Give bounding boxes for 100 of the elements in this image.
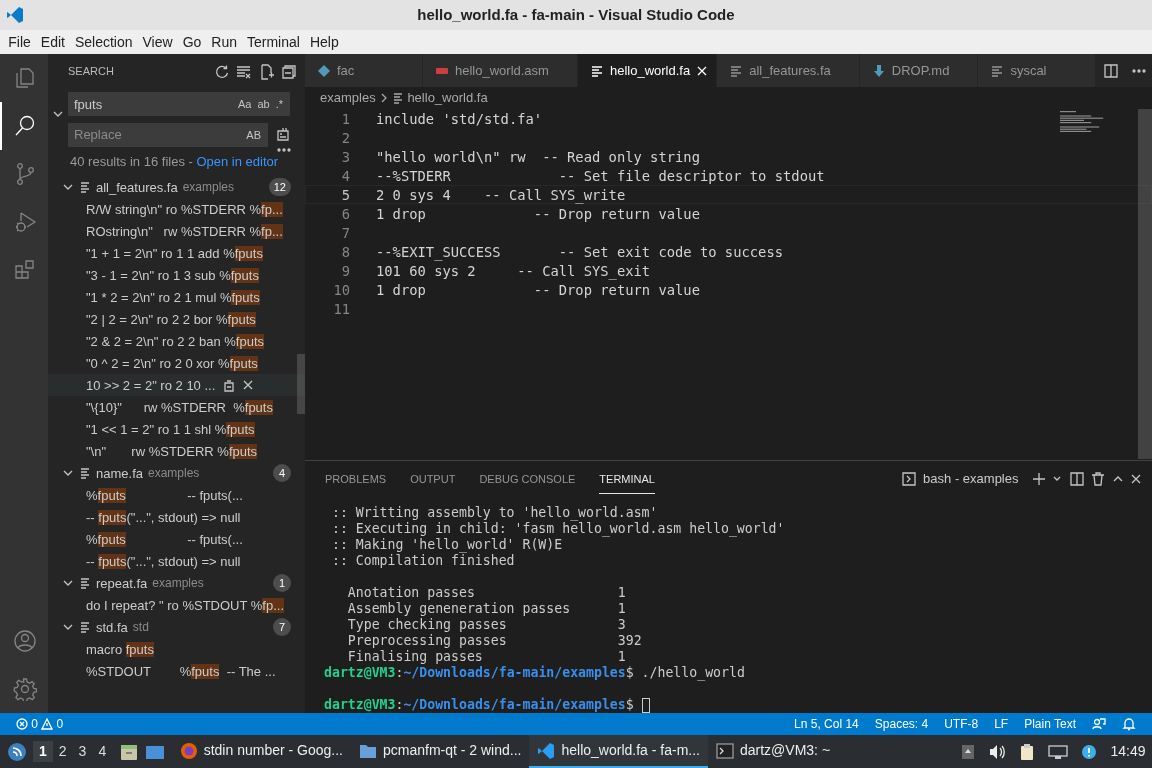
code-line: 2 0 sys 4 -- Call SYS_write xyxy=(375,186,626,203)
search-result[interactable]: "1 * 2 = 2\n" ro 2 1 mul %fputs xyxy=(48,286,305,309)
menu-item[interactable]: Go xyxy=(177,31,207,53)
split-terminal-icon[interactable] xyxy=(1068,470,1085,487)
settings-icon[interactable] xyxy=(13,677,37,701)
account-icon[interactable] xyxy=(13,629,37,653)
window-title: hello_world.fa - fa-main - Visual Studio Code xyxy=(417,4,735,25)
status-item[interactable]: UTF-8 xyxy=(936,715,987,733)
collapse-all-icon[interactable] xyxy=(281,63,297,80)
trash-icon[interactable] xyxy=(1091,471,1105,486)
search-result[interactable]: -- fputs("...", stdout) => null xyxy=(48,506,305,529)
breadcrumb-item[interactable]: examples xyxy=(320,88,376,108)
editor-tab[interactable]: DROP.md xyxy=(859,54,979,87)
workspace-button[interactable]: 3 xyxy=(72,741,93,762)
volume-icon[interactable] xyxy=(988,743,1007,760)
feedback-icon[interactable] xyxy=(1092,717,1106,731)
scrollbar-thumb[interactable] xyxy=(1138,109,1152,459)
workspace-button[interactable]: 4 xyxy=(92,741,113,762)
search-icon[interactable] xyxy=(13,114,37,138)
search-result[interactable]: -- fputs("...", stdout) => null xyxy=(48,550,305,573)
search-result[interactable]: "2 | 2 = 2\n" ro 2 2 bor %fputs xyxy=(48,308,305,331)
panel-tab[interactable]: OUTPUT xyxy=(410,462,456,495)
toggle-option[interactable]: .* xyxy=(272,96,286,113)
more-icon[interactable] xyxy=(1131,67,1146,74)
editor-tab[interactable]: syscal xyxy=(978,54,1096,87)
menu-item[interactable]: Run xyxy=(206,31,242,53)
menu-item[interactable]: View xyxy=(137,31,178,53)
replace-all-icon[interactable] xyxy=(274,126,291,143)
file-name: all_features.fa xyxy=(96,178,178,197)
editor-tab[interactable]: fac xyxy=(305,54,423,87)
problems-indicator[interactable]: 0 0 xyxy=(8,715,72,733)
notification-icon[interactable] xyxy=(1081,743,1098,760)
clear-results-icon[interactable] xyxy=(236,63,252,80)
file-group-row[interactable]: std.fa std 7 xyxy=(48,616,305,639)
editor-tab[interactable]: hello_world.asm xyxy=(423,54,578,87)
search-result[interactable]: "2 & 2 = 2\n" ro 2 2 ban %fputs xyxy=(48,330,305,353)
search-result[interactable]: "1 << 1 = 2" ro 1 1 shl %fputs xyxy=(48,418,305,441)
more-icon[interactable] xyxy=(276,147,291,154)
terminal-icon xyxy=(716,741,734,760)
search-result[interactable]: "\n" rw %STDERR %fputs xyxy=(48,440,305,463)
breadcrumb-item[interactable]: hello_world.fa xyxy=(407,88,488,108)
code-line: 101 60 sys 2 -- Call SYS_exit xyxy=(375,262,651,279)
status-item[interactable]: Ln 5, Col 14 xyxy=(786,715,867,733)
menu-item[interactable]: File xyxy=(3,31,36,53)
toggle-option[interactable]: ab xyxy=(254,96,273,113)
search-result[interactable]: "1 + 1 = 2\n" ro 1 1 add %fputs xyxy=(48,242,305,265)
extensions-icon[interactable] xyxy=(13,258,37,282)
menu-item[interactable]: Edit xyxy=(35,31,70,53)
replace-icon[interactable] xyxy=(221,378,236,393)
new-file-icon[interactable] xyxy=(258,63,275,80)
taskbar-task[interactable]: stdin number - Goog... xyxy=(171,735,351,768)
replace-field[interactable]: Replace AB xyxy=(68,122,268,147)
status-item[interactable]: Plain Text xyxy=(1016,715,1084,733)
refresh-icon[interactable] xyxy=(213,63,230,80)
menu-item[interactable]: Terminal xyxy=(242,31,305,53)
file-group-row[interactable]: repeat.fa examples 1 xyxy=(48,572,305,595)
panel-tab[interactable]: DEBUG CONSOLE xyxy=(479,462,576,495)
open-in-editor-link[interactable]: Open in editor xyxy=(196,154,279,170)
search-result[interactable]: macro fputs xyxy=(48,638,305,661)
file-group-row[interactable]: name.fa examples 4 xyxy=(48,462,305,485)
search-field[interactable]: fputs Aa ab .* xyxy=(68,92,290,117)
workspace-button[interactable]: 1 xyxy=(33,741,53,762)
search-result[interactable]: "3 - 1 = 2\n" ro 1 3 sub %fputs xyxy=(48,264,305,287)
search-result[interactable]: do I repeat? " ro %STDOUT %fp... xyxy=(48,594,305,617)
plus-icon[interactable] xyxy=(1031,471,1046,486)
status-item[interactable]: LF xyxy=(986,715,1017,733)
search-result[interactable]: %fputs -- fputs(... xyxy=(48,528,305,551)
search-result[interactable]: %fputs -- fputs(... xyxy=(48,484,305,507)
editor-tab[interactable]: hello_world.fa xyxy=(577,54,718,87)
menu-item[interactable]: Selection xyxy=(69,31,138,53)
editor-tab[interactable]: all_features.fa xyxy=(717,54,860,87)
file-group-row[interactable]: all_features.fa examples 12 xyxy=(48,176,305,199)
status-item[interactable]: Spaces: 4 xyxy=(866,715,937,733)
search-result[interactable]: "\{10}" rw %STDERR %fputs xyxy=(48,396,305,419)
terminal-name[interactable]: bash - examples xyxy=(923,468,1019,489)
files-icon[interactable] xyxy=(13,66,37,90)
panel-tab[interactable]: PROBLEMS xyxy=(325,462,387,495)
clipboard-icon[interactable] xyxy=(1019,742,1036,761)
split-editor-icon[interactable] xyxy=(1102,62,1119,79)
workspace-button[interactable]: 2 xyxy=(52,741,73,762)
search-result[interactable]: ROstring\n" rw %STDERR %fp... xyxy=(48,220,305,243)
toggle-option[interactable]: Aa xyxy=(234,96,255,113)
taskbar-task[interactable]: dartz@VM3: ~ xyxy=(708,735,839,768)
close-icon[interactable] xyxy=(696,64,709,77)
run-debug-icon[interactable] xyxy=(13,210,37,234)
search-result[interactable]: 10 >> 2 = 2" ro 2 10 ... xyxy=(48,374,305,397)
start-menu-icon[interactable] xyxy=(6,741,27,762)
panel-tab[interactable]: TERMINAL xyxy=(599,462,655,495)
bell-icon[interactable] xyxy=(1122,717,1136,731)
close-icon[interactable] xyxy=(1130,472,1142,485)
taskbar-task[interactable]: hello_world.fa - fa-m... xyxy=(529,735,708,768)
toggle-option[interactable]: AB xyxy=(243,126,264,143)
scrollbar-thumb[interactable] xyxy=(297,354,305,414)
network-icon[interactable] xyxy=(1048,743,1069,760)
close-icon[interactable] xyxy=(242,379,255,392)
menu-item[interactable]: Help xyxy=(304,31,344,53)
search-result[interactable]: "0 ^ 2 = 2\n" ro 2 0 xor %fputs xyxy=(48,352,305,375)
search-result[interactable]: %STDOUT %fputs -- The ... xyxy=(48,660,305,683)
search-result[interactable]: R/W string\n" ro %STDERR %fp... xyxy=(48,198,305,221)
taskbar-task[interactable]: pcmanfm-qt - 2 wind... xyxy=(351,735,530,768)
